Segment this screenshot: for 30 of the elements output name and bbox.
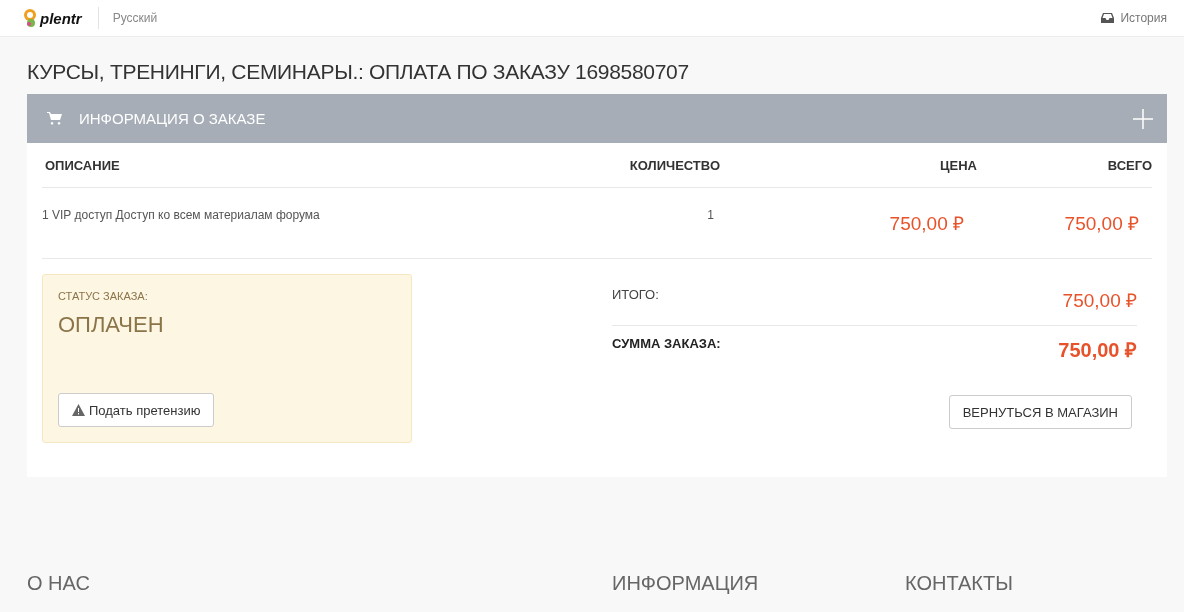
logo[interactable]: plentr <box>22 8 82 28</box>
column-header: КОЛИЧЕСТВО <box>628 157 720 173</box>
summary-label: СУММА ЗАКАЗА: <box>612 336 721 353</box>
status-value: ОПЛАЧЕН <box>58 312 164 338</box>
table-cell-text: 1 <box>706 208 714 222</box>
panel-title: ИНФОРМАЦИЯ О ЗАКАЗЕ <box>79 110 267 127</box>
table-cell-text: 750,00 ₽ <box>1063 212 1139 236</box>
warning-icon <box>72 404 85 416</box>
plus-icon[interactable] <box>1133 108 1153 129</box>
claim-button[interactable]: Подать претензию <box>58 393 215 427</box>
logo-text: plentr <box>40 9 82 27</box>
summary-value: 750,00 ₽ <box>1058 338 1137 363</box>
column-header: ЦЕНА <box>939 157 977 173</box>
table-cell-text: 750,00 ₽ <box>888 212 964 236</box>
footer-heading: КОНТАКТЫ <box>905 572 1013 595</box>
table-cell-text: 1 VIP доступ Доступ ко всем материалам форума <box>42 208 321 222</box>
footer-heading: ИНФОРМАЦИЯ <box>612 572 759 595</box>
column-header: ВСЕГО <box>1106 157 1152 173</box>
status-label: СТАТУС ЗАКАЗА: <box>58 290 148 302</box>
inbox-icon <box>1101 13 1115 23</box>
cart-icon <box>47 112 62 125</box>
column-header: ОПИСАНИЕ <box>44 157 121 173</box>
footer-heading: О НАС <box>27 572 90 595</box>
return-button[interactable]: ВЕРНУТЬСЯ В МАГАЗИН <box>948 395 1132 429</box>
logo-mark-icon <box>22 8 38 28</box>
page-title: КУРСЫ, ТРЕНИНГИ, СЕМИНАРЫ.: ОПЛАТА ПО ЗАКАЗУ 1698580707 <box>27 59 690 85</box>
summary-label: ИТОГО: <box>612 287 659 304</box>
history-link[interactable]: История <box>1101 11 1167 25</box>
language-link[interactable]: Русский <box>112 11 158 25</box>
summary-value: 750,00 ₽ <box>1062 289 1137 313</box>
